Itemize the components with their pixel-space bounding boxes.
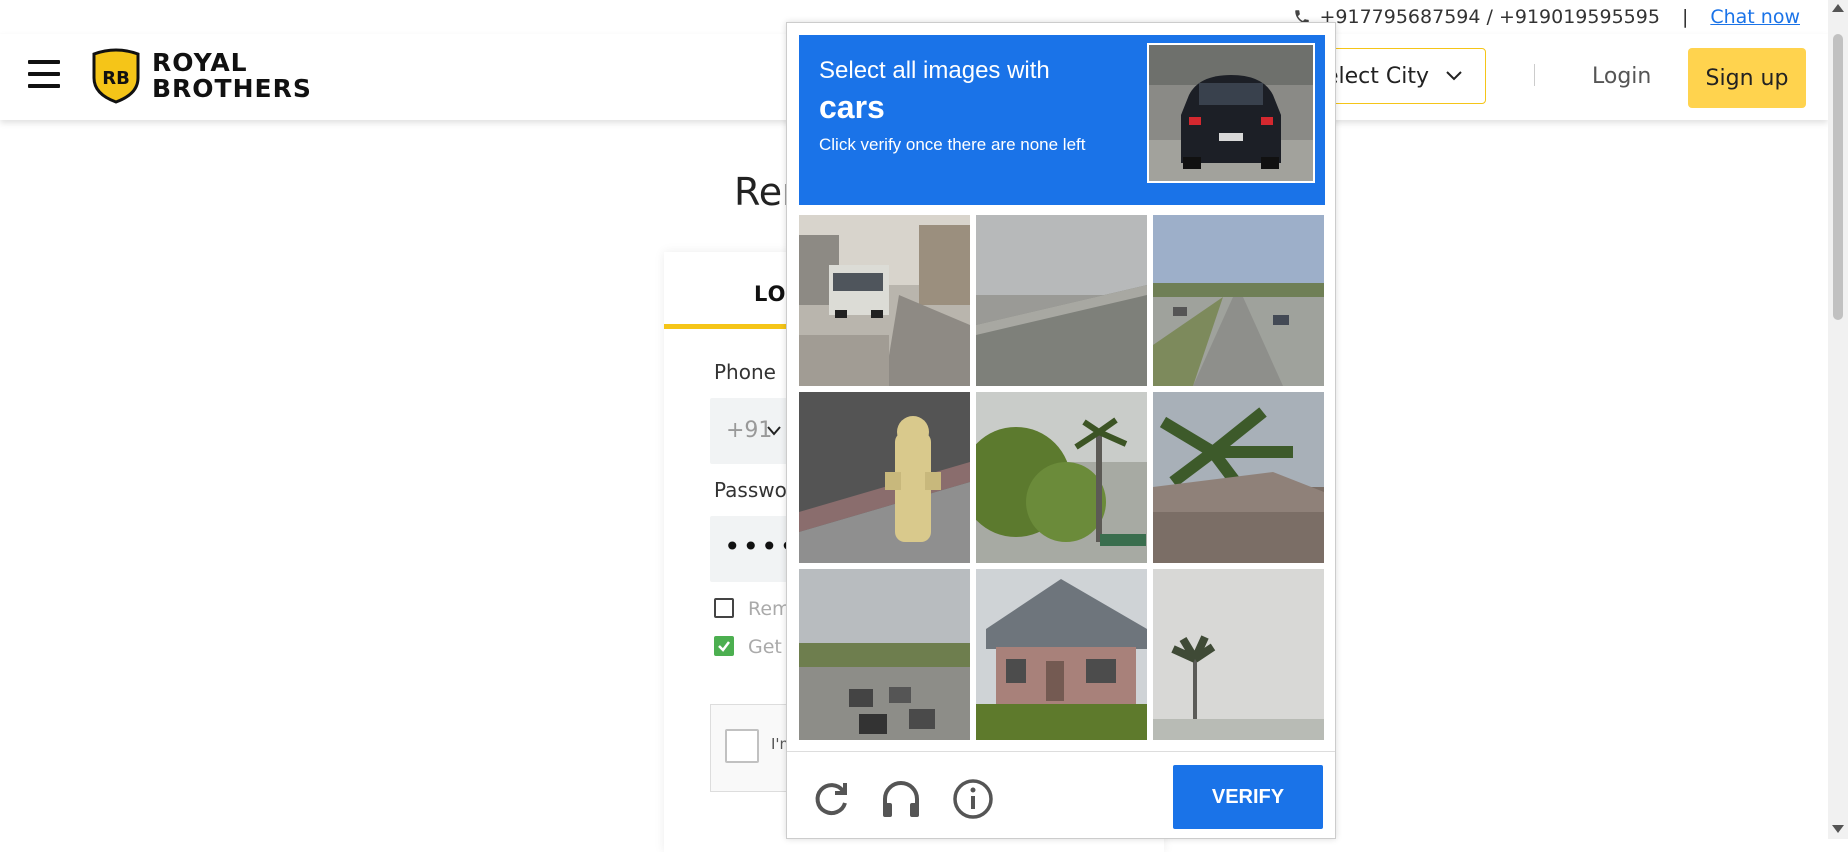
instruction-text: Select all images with bbox=[819, 57, 1050, 84]
captcha-footer-divider bbox=[787, 751, 1335, 752]
get-updates-checkbox[interactable] bbox=[714, 636, 734, 656]
city-select-label: elect City bbox=[1325, 63, 1430, 89]
divider bbox=[1534, 64, 1535, 86]
sample-image bbox=[1147, 43, 1315, 183]
brand-logo[interactable]: RB ROYAL BROTHERS bbox=[90, 48, 312, 104]
remember-me-checkbox[interactable] bbox=[714, 598, 734, 618]
captcha-challenge-popup: Select all images with cars Click verify… bbox=[786, 22, 1336, 839]
tile-palm-roof[interactable] bbox=[1153, 392, 1324, 563]
tile-street-bus[interactable] bbox=[799, 215, 970, 386]
page-scrollbar[interactable] bbox=[1828, 0, 1848, 839]
phone-numbers: +917795687594 / +919019595595 bbox=[1319, 6, 1660, 28]
tile-highway-cars[interactable] bbox=[1153, 215, 1324, 386]
separator: | bbox=[1681, 6, 1689, 28]
chevron-down-icon bbox=[767, 426, 781, 436]
remember-me-label: Rem bbox=[748, 598, 791, 620]
logo-line1: ROYAL bbox=[152, 48, 248, 77]
logo-badge-icon: RB bbox=[92, 48, 140, 104]
tile-cars-traffic[interactable] bbox=[799, 569, 970, 740]
verify-button[interactable]: VERIFY bbox=[1173, 765, 1323, 829]
chat-now-link[interactable]: Chat now bbox=[1710, 6, 1800, 28]
checkmark-icon bbox=[718, 641, 730, 652]
password-label: Passwo bbox=[714, 478, 787, 502]
tile-trees-sign[interactable] bbox=[976, 392, 1147, 563]
recaptcha-checkbox[interactable] bbox=[725, 729, 759, 763]
tile-fire-hydrant[interactable] bbox=[799, 392, 970, 563]
info-icon[interactable] bbox=[951, 777, 995, 821]
logo-line2: BROTHERS bbox=[152, 74, 312, 103]
target-object: cars bbox=[819, 89, 885, 125]
scrollbar-thumb[interactable] bbox=[1833, 34, 1843, 320]
captcha-instructions: Select all images with cars Click verify… bbox=[799, 35, 1325, 205]
chevron-down-icon bbox=[1446, 71, 1462, 81]
contact-info: +917795687594 / +919019595595 | Chat now bbox=[1293, 6, 1800, 28]
logo-wordmark: ROYAL BROTHERS bbox=[152, 50, 312, 102]
signup-button[interactable]: Sign up bbox=[1688, 48, 1806, 108]
phone-label: Phone bbox=[714, 360, 776, 384]
scroll-down-icon[interactable] bbox=[1832, 825, 1844, 833]
captcha-image-grid bbox=[799, 215, 1325, 741]
reload-icon[interactable] bbox=[809, 777, 853, 821]
get-updates-label: Get bbox=[748, 636, 782, 658]
instruction-hint: Click verify once there are none left bbox=[819, 135, 1086, 154]
tile-palm-sky[interactable] bbox=[1153, 569, 1324, 740]
svg-text:RB: RB bbox=[102, 68, 130, 89]
menu-icon[interactable] bbox=[28, 60, 60, 90]
tile-house[interactable] bbox=[976, 569, 1147, 740]
login-link[interactable]: Login bbox=[1592, 64, 1651, 89]
audio-challenge-icon[interactable] bbox=[879, 777, 923, 821]
scroll-up-icon[interactable] bbox=[1832, 4, 1844, 12]
tile-highway-noisy[interactable] bbox=[976, 215, 1147, 386]
